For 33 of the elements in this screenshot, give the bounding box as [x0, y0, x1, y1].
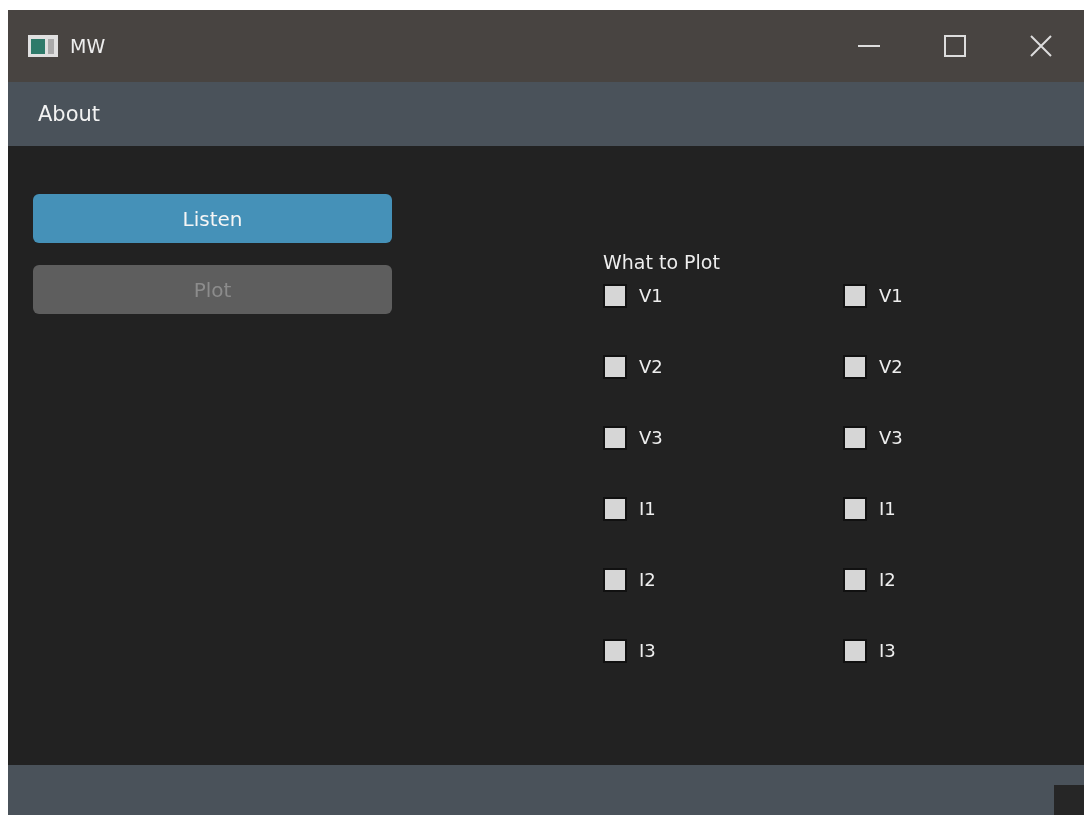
- checkbox-label: I3: [639, 640, 656, 661]
- checkbox-label: I1: [639, 498, 656, 519]
- window-title: MW: [70, 35, 107, 57]
- checkbox-label: V2: [879, 356, 903, 377]
- checkbox[interactable]: [603, 638, 627, 663]
- checkbox-label: I1: [879, 498, 896, 519]
- checkbox[interactable]: [843, 567, 867, 592]
- size-grip[interactable]: [1054, 785, 1084, 815]
- checkbox[interactable]: [603, 567, 627, 592]
- group-label: What to Plot: [603, 251, 721, 273]
- checkbox-label: V1: [639, 285, 663, 306]
- checkbox-label: V3: [879, 427, 903, 448]
- app-icon: [28, 35, 58, 57]
- checkbox-label: I3: [879, 640, 896, 661]
- checkbox[interactable]: [603, 425, 627, 450]
- checkbox-label: V1: [879, 285, 903, 306]
- checkbox[interactable]: [603, 496, 627, 521]
- checkbox[interactable]: [843, 496, 867, 521]
- checkbox[interactable]: [603, 354, 627, 379]
- checkbox-label: V2: [639, 356, 663, 377]
- action-button[interactable]: Listen: [33, 194, 392, 243]
- minimize-icon: [858, 45, 880, 47]
- checkbox[interactable]: [843, 354, 867, 379]
- checkbox[interactable]: [843, 425, 867, 450]
- close-icon: [1030, 35, 1052, 57]
- checkbox-label: I2: [639, 569, 656, 590]
- maximize-icon: [944, 35, 966, 57]
- checkbox[interactable]: [843, 638, 867, 663]
- menu-item[interactable]: About: [38, 102, 101, 126]
- checkbox-label: I2: [879, 569, 896, 590]
- checkbox[interactable]: [603, 283, 627, 308]
- checkbox-label: V3: [639, 427, 663, 448]
- checkbox[interactable]: [843, 283, 867, 308]
